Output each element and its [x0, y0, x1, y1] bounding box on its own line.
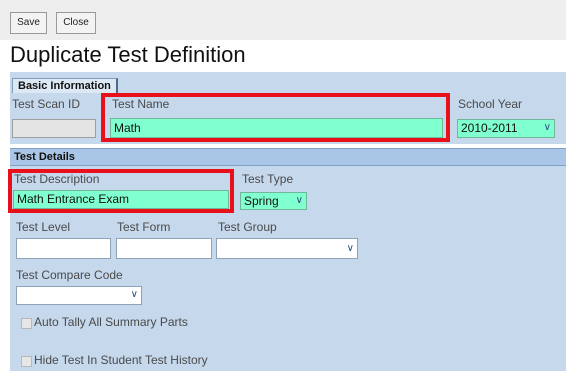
test-description-label: Test Description: [14, 172, 100, 186]
test-name-label: Test Name: [112, 97, 170, 111]
toolbar: Save Close: [0, 0, 566, 40]
auto-tally-label: Auto Tally All Summary Parts: [34, 315, 188, 329]
test-description-input[interactable]: Math Entrance Exam: [13, 190, 229, 209]
chevron-down-icon: ∨: [295, 195, 303, 206]
auto-tally-checkbox[interactable]: [21, 318, 32, 329]
chevron-down-icon: ∨: [346, 243, 354, 254]
page-title: Duplicate Test Definition: [10, 42, 246, 67]
hide-test-checkbox[interactable]: [21, 356, 32, 367]
test-scan-id-field[interactable]: [12, 119, 96, 138]
test-type-select[interactable]: Spring ∨: [240, 192, 307, 210]
test-group-label: Test Group: [218, 220, 277, 234]
save-button[interactable]: Save: [10, 12, 47, 34]
test-type-label: Test Type: [242, 172, 294, 186]
test-scan-id-label: Test Scan ID: [12, 97, 81, 111]
test-type-value: Spring: [244, 194, 279, 208]
chevron-down-icon: ∨: [130, 289, 138, 300]
test-compare-code-label: Test Compare Code: [16, 268, 123, 282]
test-group-select[interactable]: ∨: [216, 238, 358, 259]
test-level-input[interactable]: [16, 238, 111, 259]
school-year-select[interactable]: 2010-2011 ∨: [457, 119, 555, 138]
school-year-label: School Year: [458, 97, 523, 111]
hide-test-label: Hide Test In Student Test History: [34, 353, 208, 367]
school-year-value: 2010-2011: [461, 121, 518, 135]
close-button[interactable]: Close: [56, 12, 96, 34]
chevron-down-icon: ∨: [543, 122, 551, 133]
test-level-label: Test Level: [16, 220, 71, 234]
tab-basic-information[interactable]: Basic Information: [12, 78, 118, 93]
test-form-label: Test Form: [117, 220, 171, 234]
test-name-input[interactable]: Math: [110, 118, 443, 138]
test-details-header: Test Details: [10, 148, 566, 166]
test-form-input[interactable]: [116, 238, 212, 259]
test-compare-code-select[interactable]: ∨: [16, 286, 142, 305]
